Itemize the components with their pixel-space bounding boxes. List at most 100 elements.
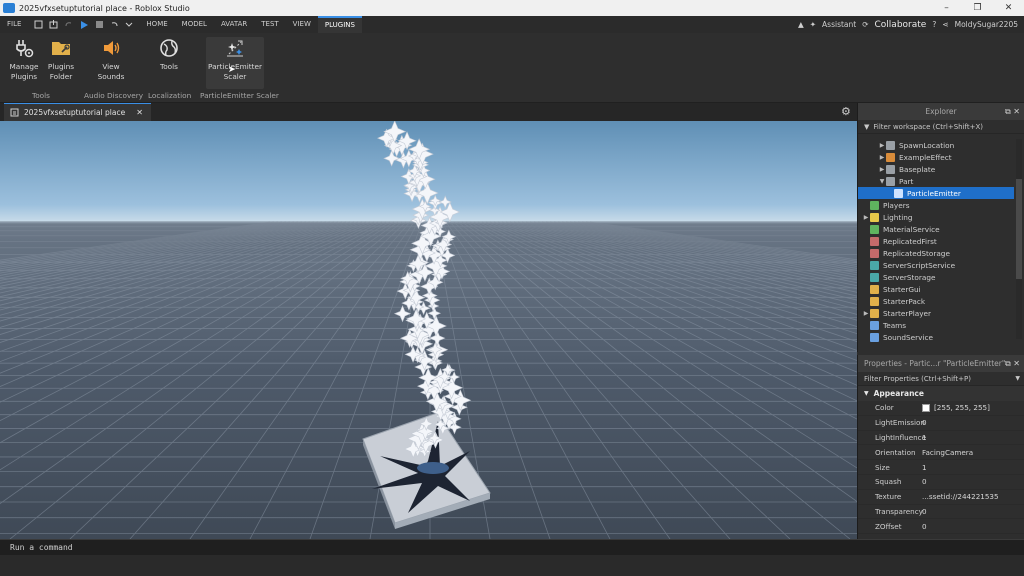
- explorer-item-label: StarterPack: [883, 296, 926, 306]
- property-row-lightemission[interactable]: LightEmission 0: [858, 416, 1024, 431]
- tab-test[interactable]: TEST: [254, 16, 285, 33]
- property-row-color[interactable]: Color [255, 255, 255]: [858, 401, 1024, 416]
- explorer-panel-controls[interactable]: ⧉ ✕: [1005, 103, 1020, 120]
- chevron-up-icon[interactable]: ▲: [798, 20, 804, 29]
- explorer-item-soundservice[interactable]: SoundService: [858, 331, 1014, 343]
- username[interactable]: MoldySugar2205: [955, 20, 1018, 29]
- properties-panel-controls[interactable]: ⧉ ✕: [1005, 355, 1020, 372]
- explorer-item-exampleeffect[interactable]: ▶ ExampleEffect: [858, 151, 1014, 163]
- publish-icon[interactable]: [49, 20, 58, 29]
- property-value[interactable]: ...ssetid://244221535: [922, 492, 999, 501]
- expand-arrow-icon[interactable]: ▶: [878, 154, 886, 161]
- collaborate-button[interactable]: Collaborate: [875, 20, 927, 30]
- plugins-folder-button[interactable]: Plugins Folder: [44, 37, 78, 82]
- explorer-item-starterplayer[interactable]: ▶ StarterPlayer: [858, 307, 1014, 319]
- expand-arrow-icon[interactable]: ▶: [878, 142, 886, 149]
- explorer-scrollbar[interactable]: [1016, 139, 1022, 339]
- explorer-item-icon: [870, 212, 879, 222]
- explorer-item-baseplate[interactable]: ▶ Baseplate: [858, 163, 1014, 175]
- tab-view[interactable]: VIEW: [286, 16, 318, 33]
- explorer-item-part[interactable]: ▼ Part: [858, 175, 1014, 187]
- close-tab-icon[interactable]: ✕: [136, 108, 143, 117]
- property-row-orientation[interactable]: Orientation FacingCamera: [858, 445, 1024, 461]
- explorer-item-particleemitter[interactable]: ParticleEmitter: [858, 187, 1014, 199]
- customize-icon[interactable]: [125, 20, 133, 29]
- help-icon[interactable]: ?: [932, 20, 936, 29]
- tab-avatar[interactable]: AVATAR: [214, 16, 254, 33]
- explorer-item-icon: [886, 164, 895, 174]
- scene-canvas[interactable]: [0, 121, 857, 539]
- property-value[interactable]: 0: [922, 507, 927, 516]
- command-bar[interactable]: Run a command: [0, 539, 1024, 555]
- grid-line: [461, 221, 857, 502]
- explorer-item-serverstorage[interactable]: ServerStorage: [858, 271, 1014, 283]
- particleemitter-scaler-button[interactable]: ParticleEmitter Scaler: [206, 37, 264, 89]
- explorer-item-replicatedstorage[interactable]: ReplicatedStorage: [858, 247, 1014, 259]
- manage-plugins-button[interactable]: Manage Plugins: [6, 37, 42, 82]
- stop-icon[interactable]: [95, 20, 104, 29]
- document-tab-strip: 2025vfxsetuptutorial place ✕ ⚙: [0, 103, 857, 121]
- expand-arrow-icon[interactable]: ▶: [862, 214, 870, 221]
- property-value[interactable]: 0: [922, 522, 927, 531]
- explorer-scroll-thumb[interactable]: [1016, 179, 1022, 279]
- localization-tools-button[interactable]: Tools: [152, 37, 186, 72]
- document-tab[interactable]: 2025vfxsetuptutorial place ✕: [4, 103, 151, 121]
- property-value-text: 0: [922, 477, 927, 487]
- share-icon[interactable]: ⋖: [942, 20, 948, 29]
- explorer-item-serverscriptservice[interactable]: ServerScriptService: [858, 259, 1014, 271]
- minimize-button[interactable]: –: [931, 0, 962, 16]
- property-value[interactable]: 1: [922, 433, 927, 442]
- explorer-item-teams[interactable]: Teams: [858, 319, 1014, 331]
- property-row-transparency[interactable]: Transparency 0: [858, 505, 1024, 520]
- explorer-item-replicatedfirst[interactable]: ReplicatedFirst: [858, 235, 1014, 247]
- file-menu[interactable]: FILE: [0, 16, 28, 33]
- play-icon[interactable]: [79, 20, 89, 30]
- property-row-texture[interactable]: Texture ...ssetid://244221535: [858, 490, 1024, 505]
- explorer-item-startergui[interactable]: StarterGui: [858, 283, 1014, 295]
- collapse-arrow-icon: ▼: [864, 390, 869, 397]
- property-value[interactable]: [255, 255, 255]: [922, 403, 990, 412]
- explorer-item-players[interactable]: Players: [858, 199, 1014, 211]
- property-row-squash[interactable]: Squash 0: [858, 475, 1024, 490]
- explorer-item-materialservice[interactable]: MaterialService: [858, 223, 1014, 235]
- expand-arrow-icon[interactable]: ▶: [878, 166, 886, 173]
- undo-icon[interactable]: [110, 20, 119, 29]
- tab-model[interactable]: MODEL: [175, 16, 214, 33]
- assistant-button[interactable]: Assistant: [822, 20, 856, 29]
- explorer-filter[interactable]: ▼ Filter workspace (Ctrl+Shift+X): [858, 120, 1024, 134]
- chevron-down-icon[interactable]: ▼: [1015, 375, 1020, 382]
- maximize-button[interactable]: ❐: [962, 0, 993, 16]
- property-row-zoffset[interactable]: ZOffset 0: [858, 519, 1024, 535]
- property-value[interactable]: 1: [922, 463, 927, 472]
- property-row-lightinfluence[interactable]: LightInfluence 1: [858, 431, 1024, 446]
- tab-plugins[interactable]: PLUGINS: [317, 16, 362, 33]
- grid-line: [0, 221, 271, 261]
- tab-home[interactable]: HOME: [139, 16, 174, 33]
- properties-filter[interactable]: Filter Properties (Ctrl+Shift+P) ▼: [858, 372, 1024, 386]
- property-value-text: 0: [922, 506, 927, 516]
- status-area: [0, 555, 1024, 576]
- grid-line: [509, 221, 857, 321]
- redo-icon[interactable]: [64, 20, 73, 29]
- expand-arrow-icon[interactable]: ▶: [862, 310, 870, 317]
- appearance-section[interactable]: ▼ Appearance: [858, 386, 1024, 401]
- property-value[interactable]: 0: [922, 477, 927, 486]
- assistant-icon: ✦: [809, 20, 817, 29]
- 3d-viewport[interactable]: [0, 121, 857, 539]
- color-swatch[interactable]: [922, 403, 930, 412]
- view-sounds-button[interactable]: View Sounds: [92, 37, 130, 82]
- expand-arrow-icon[interactable]: ▼: [878, 178, 886, 185]
- folder-icon: [50, 37, 72, 59]
- property-value[interactable]: 0: [922, 418, 927, 427]
- property-row-size[interactable]: Size 1: [858, 460, 1024, 475]
- explorer-item-icon: [870, 272, 879, 282]
- save-icon[interactable]: [34, 20, 43, 29]
- explorer-item-starterpack[interactable]: StarterPack: [858, 295, 1014, 307]
- gear-icon[interactable]: ⚙: [841, 106, 853, 118]
- explorer-item-spawnlocation[interactable]: ▶ SpawnLocation: [858, 139, 1014, 151]
- grid-line: [469, 221, 857, 442]
- explorer-item-lighting[interactable]: ▶ Lighting: [858, 211, 1014, 223]
- property-value[interactable]: FacingCamera: [922, 448, 973, 457]
- group-label-localization: Localization: [148, 91, 192, 100]
- close-button[interactable]: ✕: [993, 0, 1024, 16]
